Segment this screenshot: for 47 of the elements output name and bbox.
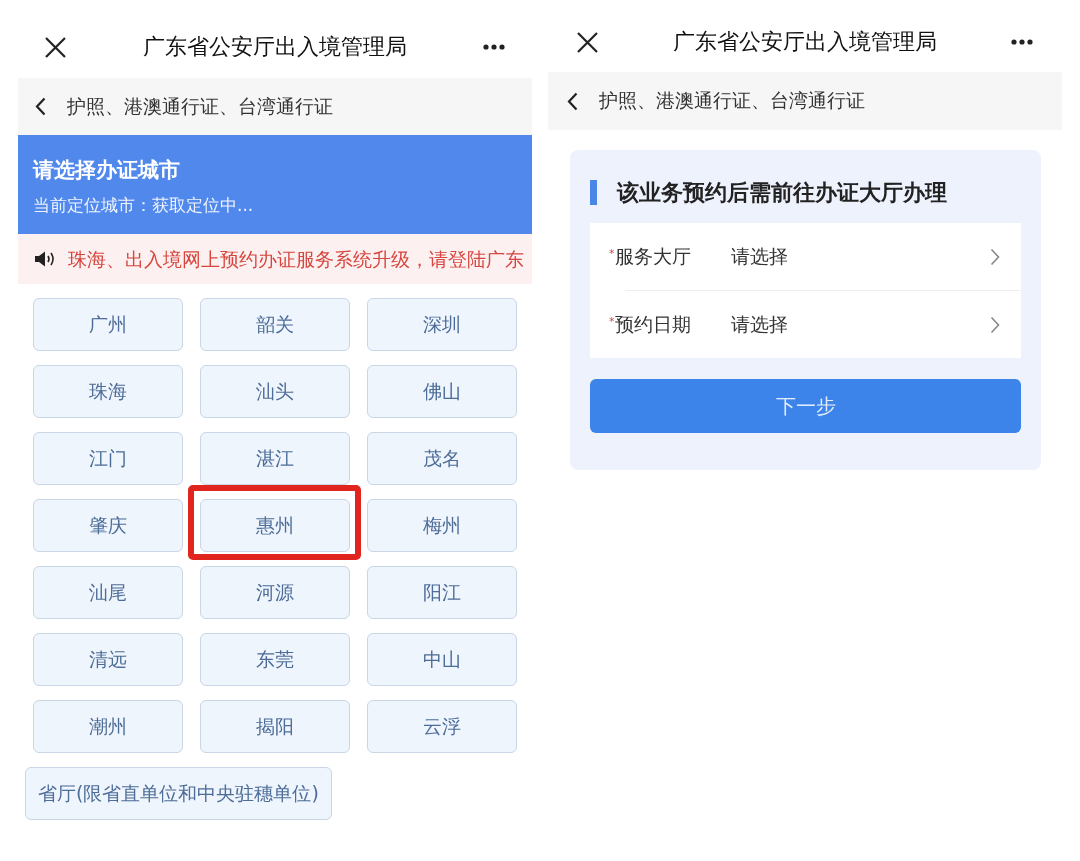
nav-title: 护照、港澳通行证、台湾通行证 (599, 88, 865, 113)
city-button[interactable]: 潮州 (33, 700, 183, 753)
city-button[interactable]: 云浮 (367, 700, 517, 753)
page-title: 广东省公安厅出入境管理局 (143, 33, 407, 61)
more-icon[interactable] (483, 44, 505, 50)
header-title: 请选择办证城市 (33, 157, 181, 184)
field-label: $^{*}$服务大厅 (609, 245, 692, 269)
next-step-button[interactable]: 下一步 (590, 379, 1021, 433)
city-button[interactable]: 阳江 (367, 566, 517, 619)
city-button[interactable]: 韶关 (200, 298, 350, 351)
field-placeholder: 请选择 (731, 245, 789, 269)
city-button[interactable]: 佛山 (367, 365, 517, 418)
more-icon[interactable] (1011, 39, 1033, 45)
city-button[interactable]: 珠海 (33, 365, 183, 418)
city-button[interactable]: 河源 (200, 566, 350, 619)
province-office-button[interactable]: 省厅(限省直单位和中央驻穗单位) (25, 767, 332, 820)
city-button[interactable]: 湛江 (200, 432, 350, 485)
notice-text: 珠海、出入境网上预约办证服务系统升级，请登陆广东 (68, 247, 524, 272)
city-button[interactable]: 广州 (33, 298, 183, 351)
city-button[interactable]: 清远 (33, 633, 183, 686)
city-button[interactable]: 惠州 (200, 499, 350, 552)
speaker-icon (34, 250, 56, 268)
city-button[interactable]: 汕尾 (33, 566, 183, 619)
chevron-right-icon (990, 247, 1000, 266)
field-label: $^{*}$预约日期 (609, 313, 692, 337)
card-heading: 该业务预约后需前往办证大厅办理 (617, 180, 947, 205)
city-button[interactable]: 深圳 (367, 298, 517, 351)
city-button[interactable]: 汕头 (200, 365, 350, 418)
picker-field[interactable]: $^{*}$服务大厅 请选择 (590, 223, 1021, 290)
back-icon[interactable] (567, 91, 578, 111)
nav-title: 护照、港澳通行证、台湾通行证 (67, 93, 333, 119)
close-icon[interactable] (45, 36, 66, 58)
city-button[interactable]: 东莞 (200, 633, 350, 686)
picker-field[interactable]: $^{*}$预约日期 请选择 (590, 291, 1021, 358)
city-button[interactable]: 肇庆 (33, 499, 183, 552)
back-icon[interactable] (35, 97, 46, 116)
heading-accent-bar (590, 180, 597, 205)
field-placeholder: 请选择 (731, 313, 789, 337)
city-button[interactable]: 梅州 (367, 499, 517, 552)
page-title: 广东省公安厅出入境管理局 (673, 28, 937, 56)
city-button[interactable]: 中山 (367, 633, 517, 686)
city-button[interactable]: 揭阳 (200, 700, 350, 753)
close-icon[interactable] (577, 31, 598, 53)
city-button[interactable]: 茂名 (367, 432, 517, 485)
chevron-right-icon (990, 315, 1000, 334)
city-button[interactable]: 江门 (33, 432, 183, 485)
location-status: 当前定位城市：获取定位中... (33, 194, 255, 217)
